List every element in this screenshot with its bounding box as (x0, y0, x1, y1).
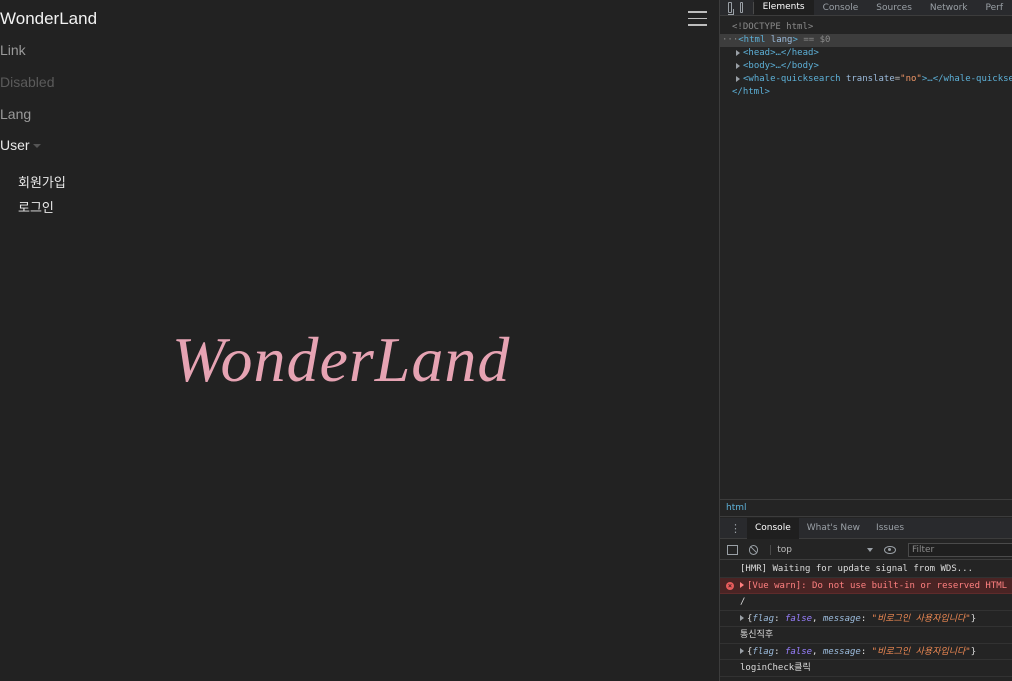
tab-performance[interactable]: Perf (976, 0, 1012, 15)
console-messages: [HMR] Waiting for update signal from WDS… (720, 561, 1012, 677)
more-options-icon[interactable]: ⋮ (730, 522, 741, 535)
whale-quicksearch-node[interactable]: <whale-quicksearch translate="no">…</wha… (732, 73, 1012, 86)
devtools-tabbar: Elements Console Sources Network Perf (720, 0, 1012, 16)
object-key: flag (752, 613, 775, 624)
console-error-message[interactable]: × [Vue warn]: Do not use built-in or rese… (720, 577, 1012, 594)
console-message[interactable]: / (720, 594, 1012, 611)
html-close-node[interactable]: </html> (732, 86, 1012, 99)
doctype-node[interactable]: <!DOCTYPE html> (732, 21, 1012, 34)
tab-network[interactable]: Network (921, 0, 977, 15)
dropdown-item-signup[interactable]: 회원가입 (18, 172, 66, 191)
object-value: "비로그인 사용자입니다" (871, 646, 971, 657)
expand-triangle-icon[interactable] (740, 648, 744, 654)
object-value: "비로그인 사용자입니다" (871, 613, 971, 624)
selected-node-marker: == $0 (803, 35, 831, 45)
html-node-selected[interactable]: ···<html lang> == $0 (720, 34, 1012, 47)
whale-attr: translate (845, 74, 895, 84)
whale-tag-open: <whale-quicksearch (743, 74, 841, 84)
whale-attr-value: "no" (900, 74, 922, 84)
hero-title: WonderLand (172, 324, 511, 395)
head-node[interactable]: <head>…</head> (732, 47, 1012, 60)
breadcrumb[interactable]: html (720, 499, 1012, 517)
hamburger-menu-icon[interactable] (688, 11, 707, 27)
console-toolbar: top Filter (720, 540, 1012, 560)
tab-console[interactable]: Console (814, 0, 868, 15)
body-node[interactable]: <body>…</body> (732, 60, 1012, 73)
expand-triangle-icon[interactable] (736, 49, 740, 56)
caret-down-icon (32, 144, 41, 149)
html-open-tag: <html (738, 35, 766, 45)
console-filter-input[interactable]: Filter (907, 542, 1012, 557)
dropdown-item-login[interactable]: 로그인 (18, 197, 54, 216)
object-value: false (784, 613, 813, 624)
html-lang-attr: lang (770, 35, 793, 45)
tab-sources[interactable]: Sources (867, 0, 921, 15)
device-toolbar-icon[interactable] (740, 2, 744, 13)
console-object-message[interactable]: {flag: false, message: "비로그인 사용자입니다"} (720, 611, 1012, 627)
expand-triangle-icon[interactable] (740, 615, 744, 621)
body-node-label: <body>…</body> (743, 61, 819, 71)
object-key: flag (752, 646, 775, 657)
console-object-message[interactable]: {flag: false, message: "비로그인 사용자입니다"} (720, 644, 1012, 660)
web-page-viewport: WonderLand Link Disabled Lang User 회원가입 … (0, 0, 719, 681)
nav-user-label: User (0, 137, 30, 153)
nav-disabled: Disabled (0, 74, 55, 90)
error-icon: × (726, 581, 734, 590)
console-message[interactable]: loginCheck클릭 (720, 660, 1012, 677)
drawer-tab-whats-new[interactable]: What's New (799, 518, 868, 539)
expand-triangle-icon[interactable] (736, 75, 740, 82)
context-selector[interactable]: top (770, 544, 874, 555)
console-message[interactable]: 통신직후 (720, 627, 1012, 644)
object-key: message (822, 613, 861, 624)
nav-lang[interactable]: Lang (0, 106, 31, 122)
console-message[interactable]: [HMR] Waiting for update signal from WDS… (720, 561, 1012, 578)
elements-tree: <!DOCTYPE html> ···<html lang> == $0 <he… (720, 16, 1012, 99)
expand-triangle-icon[interactable] (736, 62, 740, 69)
error-text: [Vue warn]: Do not use built-in or reser… (747, 580, 1012, 591)
object-value: false (784, 646, 813, 657)
live-expression-eye-icon[interactable] (884, 545, 896, 554)
nav-user-dropdown[interactable]: User (0, 137, 41, 153)
drawer-tab-console[interactable]: Console (747, 517, 799, 539)
drawer-tabbar: ⋮ Console What's New Issues (720, 517, 1012, 539)
nav-link[interactable]: Link (0, 42, 26, 58)
inspect-element-icon[interactable] (728, 2, 734, 15)
navbar-brand[interactable]: WonderLand (0, 9, 97, 29)
head-node-label: <head>…</head> (743, 48, 819, 58)
sidebar-toggle-icon[interactable] (727, 544, 738, 555)
drawer-tab-issues[interactable]: Issues (868, 518, 912, 539)
clear-console-icon[interactable] (748, 544, 759, 555)
expand-triangle-icon[interactable] (740, 582, 744, 588)
devtools-panel: Elements Console Sources Network Perf <!… (719, 0, 1012, 681)
tab-elements[interactable]: Elements (753, 0, 814, 15)
object-key: message (822, 646, 861, 657)
whale-tag-close: >…</whale-quicksearc (921, 74, 1012, 84)
